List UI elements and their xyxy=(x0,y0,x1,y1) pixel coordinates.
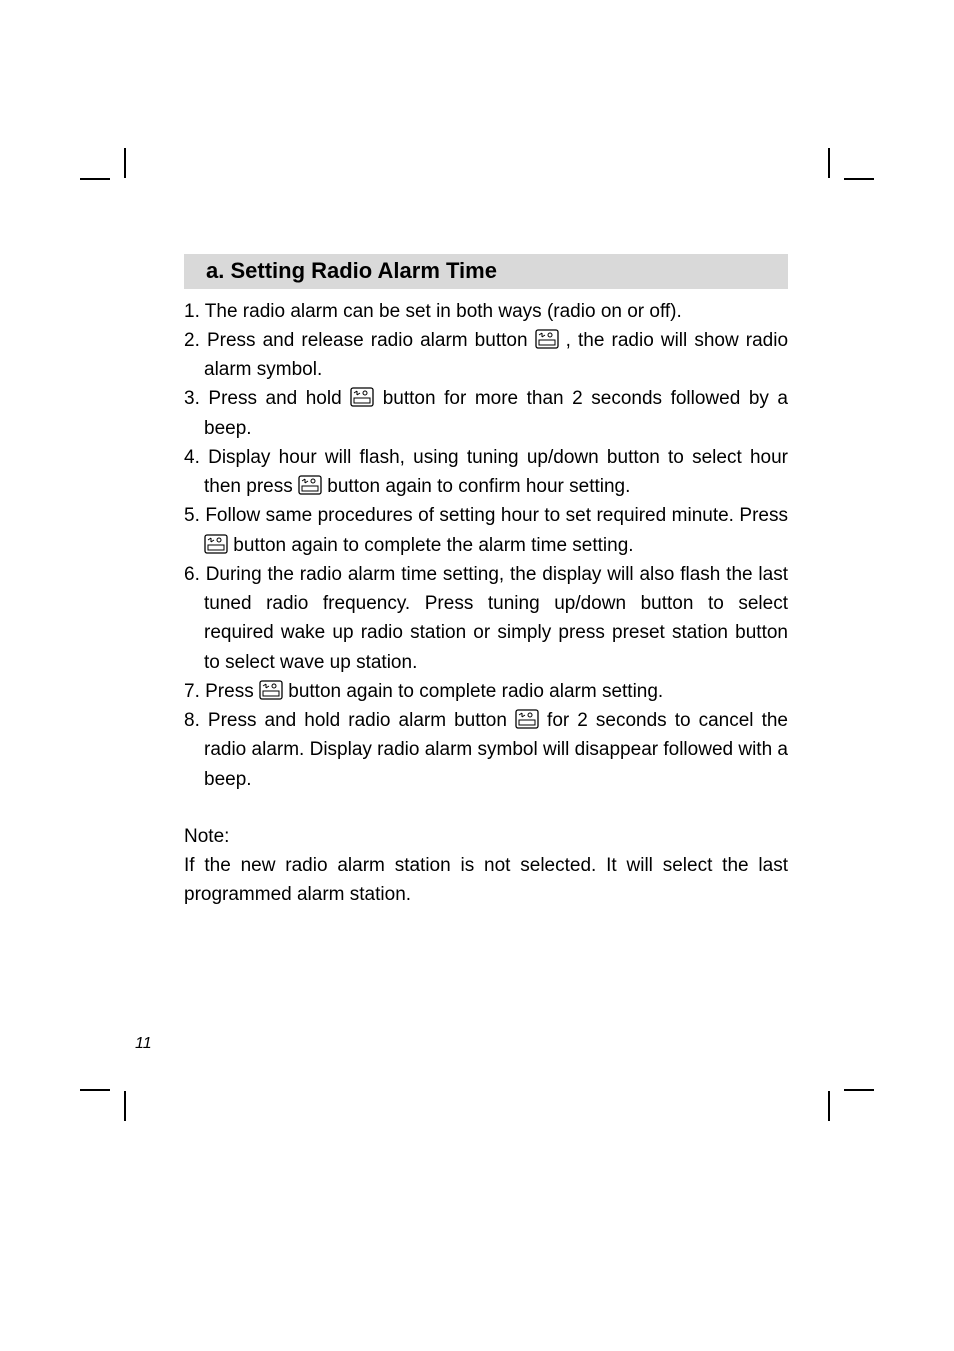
radio-alarm-icon xyxy=(298,475,322,495)
step-text: button again to complete the alarm time … xyxy=(228,535,634,556)
section-heading: a. Setting Radio Alarm Time xyxy=(184,254,788,289)
step-text: button again to confirm hour setting. xyxy=(322,476,630,497)
page-number: 11 xyxy=(135,1035,152,1053)
crop-mark xyxy=(80,1021,150,1091)
radio-alarm-icon xyxy=(515,709,539,729)
step-number: 5. xyxy=(184,505,205,526)
list-item: 7. Press button again to complete radio … xyxy=(184,677,788,706)
list-item: 1. The radio alarm can be set in both wa… xyxy=(184,297,788,326)
list-item: 5. Follow same procedures of setting hou… xyxy=(184,501,788,560)
list-item: 4. Display hour will flash, using tuning… xyxy=(184,443,788,502)
radio-alarm-icon xyxy=(259,680,283,700)
step-number: 1. xyxy=(184,301,205,322)
note-body: If the new radio alarm station is not se… xyxy=(184,851,788,910)
instruction-list: 1. The radio alarm can be set in both wa… xyxy=(184,297,788,794)
step-number: 3. xyxy=(184,388,208,409)
step-number: 8. xyxy=(184,710,208,731)
step-text: button again to complete radio alarm set… xyxy=(283,681,663,702)
step-text: Press and hold radio alarm button xyxy=(208,710,515,731)
list-item: 3. Press and hold button for more than 2… xyxy=(184,384,788,443)
step-number: 4. xyxy=(184,447,208,468)
step-text: Press and release radio alarm button xyxy=(207,330,535,351)
radio-alarm-icon xyxy=(535,329,559,349)
step-number: 7. xyxy=(184,681,205,702)
note-label: Note: xyxy=(184,822,788,851)
step-text: Follow same procedures of setting hour t… xyxy=(205,505,788,526)
step-text: Press and hold xyxy=(208,388,350,409)
note-block: Note: If the new radio alarm station is … xyxy=(184,822,788,910)
step-number: 2. xyxy=(184,330,207,351)
step-number: 6. xyxy=(184,564,206,585)
document-page: a. Setting Radio Alarm Time 1. The radio… xyxy=(0,0,954,1351)
list-item: 8. Press and hold radio alarm button for… xyxy=(184,706,788,794)
crop-mark xyxy=(80,178,150,248)
step-text: Press xyxy=(205,681,259,702)
step-text: The radio alarm can be set in both ways … xyxy=(205,301,682,322)
list-item: 2. Press and release radio alarm button … xyxy=(184,326,788,385)
step-text: During the radio alarm time setting, the… xyxy=(204,564,788,673)
crop-mark xyxy=(804,178,874,248)
radio-alarm-icon xyxy=(350,387,374,407)
radio-alarm-icon xyxy=(204,534,228,554)
page-content: a. Setting Radio Alarm Time 1. The radio… xyxy=(184,254,788,910)
list-item: 6. During the radio alarm time setting, … xyxy=(184,560,788,677)
crop-mark xyxy=(804,1021,874,1091)
